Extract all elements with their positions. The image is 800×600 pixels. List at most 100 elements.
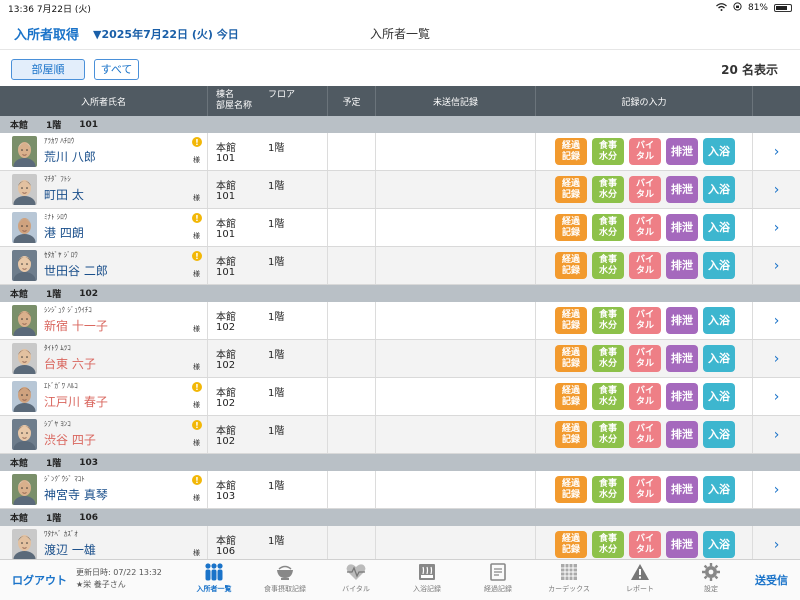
- progress-record-button[interactable]: 経過 記録: [555, 176, 587, 203]
- meal-water-button[interactable]: 食事 水分: [592, 421, 624, 448]
- resident-name-cell[interactable]: ｱﾗｶﾜ ﾊﾁﾛｳ 荒川 八郎! 様: [0, 133, 208, 170]
- resident-list[interactable]: 本館 1階 101 ｱﾗｶﾜ ﾊﾁﾛｳ 荒川 八郎! 様本館 1階 101 経過 記録 食事 水分 バイ…: [0, 116, 800, 559]
- resident-name-cell[interactable]: ｾﾀｶﾞﾔ ｼﾞﾛｳ 世田谷 二郎! 様: [0, 247, 208, 284]
- resident-row[interactable]: ﾜﾀﾅﾍﾞ ｶｽﾞｵ 渡辺 一雄様本館 1階 106 経過 記録 食事 水分 バイ タル 排泄 入浴 ›: [0, 526, 800, 559]
- resident-name-cell[interactable]: ｼﾝｼﾞｭｸ ｼﾞｭｳｲﾁｺ 新宿 十一子 様: [0, 302, 208, 339]
- resident-row[interactable]: ﾐﾅﾄ ｼﾛｳ港 四朗! 様本館 1階 101 経過 記録 食事 水分 バイ タル 排泄 入浴 ›: [0, 209, 800, 247]
- tab-bath-record[interactable]: 入浴記録: [395, 562, 459, 600]
- alert-icon[interactable]: !: [192, 420, 202, 430]
- progress-record-button[interactable]: 経過 記録: [555, 421, 587, 448]
- vital-button[interactable]: バイ タル: [629, 345, 661, 372]
- date-picker[interactable]: ▼2025年7月22日 (火) 今日: [93, 26, 239, 42]
- resident-name-cell[interactable]: ｼﾞﾝｸﾞｳｼﾞ ﾏｺﾄ 神宮寺 真琴! 様: [0, 471, 208, 508]
- bath-button[interactable]: 入浴: [703, 307, 735, 334]
- alert-icon[interactable]: !: [192, 382, 202, 392]
- chevron-right-icon[interactable]: ›: [753, 133, 800, 170]
- vital-button[interactable]: バイ タル: [629, 476, 661, 503]
- vital-button[interactable]: バイ タル: [629, 421, 661, 448]
- vital-button[interactable]: バイ タル: [629, 138, 661, 165]
- excretion-button[interactable]: 排泄: [666, 307, 698, 334]
- vital-button[interactable]: バイ タル: [629, 307, 661, 334]
- bath-button[interactable]: 入浴: [703, 531, 735, 558]
- alert-icon[interactable]: !: [192, 137, 202, 147]
- bath-button[interactable]: 入浴: [703, 383, 735, 410]
- fetch-residents-button[interactable]: 入所者取得: [14, 24, 79, 43]
- chevron-right-icon[interactable]: ›: [753, 302, 800, 339]
- resident-row[interactable]: ｱﾗｶﾜ ﾊﾁﾛｳ 荒川 八郎! 様本館 1階 101 経過 記録 食事 水分 バイ タル 排泄 入浴 ›: [0, 133, 800, 171]
- resident-row[interactable]: ｼﾝｼﾞｭｸ ｼﾞｭｳｲﾁｺ 新宿 十一子 様 本館 1階 102 経過 記録 食事 水分 バイ タル…: [0, 302, 800, 340]
- progress-record-button[interactable]: 経過 記録: [555, 138, 587, 165]
- tab-progress-record[interactable]: 経過記録: [466, 562, 530, 600]
- chevron-right-icon[interactable]: ›: [753, 378, 800, 415]
- progress-record-button[interactable]: 経過 記録: [555, 476, 587, 503]
- resident-name-cell[interactable]: ﾏﾁﾀﾞ ﾌﾄｼ 町田 太 様: [0, 171, 208, 208]
- meal-water-button[interactable]: 食事 水分: [592, 476, 624, 503]
- bath-button[interactable]: 入浴: [703, 176, 735, 203]
- tab-resident-list[interactable]: 入所者一覧: [182, 562, 246, 600]
- chevron-right-icon[interactable]: ›: [753, 209, 800, 246]
- meal-water-button[interactable]: 食事 水分: [592, 345, 624, 372]
- meal-water-button[interactable]: 食事 水分: [592, 252, 624, 279]
- vital-button[interactable]: バイ タル: [629, 252, 661, 279]
- tab-report[interactable]: レポート: [608, 562, 672, 600]
- bath-button[interactable]: 入浴: [703, 214, 735, 241]
- meal-water-button[interactable]: 食事 水分: [592, 138, 624, 165]
- bath-button[interactable]: 入浴: [703, 421, 735, 448]
- meal-water-button[interactable]: 食事 水分: [592, 531, 624, 558]
- resident-name-cell[interactable]: ｴﾄﾞｶﾞﾜ ﾊﾙｺ 江戸川 春子! 様: [0, 378, 208, 415]
- chevron-right-icon[interactable]: ›: [753, 526, 800, 559]
- tab-settings[interactable]: 設定: [679, 562, 743, 600]
- progress-record-button[interactable]: 経過 記録: [555, 345, 587, 372]
- excretion-button[interactable]: 排泄: [666, 383, 698, 410]
- bath-button[interactable]: 入浴: [703, 345, 735, 372]
- meal-water-button[interactable]: 食事 水分: [592, 176, 624, 203]
- tab-meal-record[interactable]: 食事摂取記録: [253, 562, 317, 600]
- resident-row[interactable]: ﾀｲﾄｳ ﾑﾂｺ 台東 六子様本館 1階 102 経過 記録 食事 水分 バイ タル 排泄 入浴 ›: [0, 340, 800, 378]
- alert-icon[interactable]: !: [192, 213, 202, 223]
- sort-room-order-button[interactable]: 部屋順: [11, 58, 85, 80]
- progress-record-button[interactable]: 経過 記録: [555, 383, 587, 410]
- vital-button[interactable]: バイ タル: [629, 531, 661, 558]
- excretion-button[interactable]: 排泄: [666, 176, 698, 203]
- resident-name-cell[interactable]: ﾐﾅﾄ ｼﾛｳ 港 四朗! 様: [0, 209, 208, 246]
- excretion-button[interactable]: 排泄: [666, 252, 698, 279]
- resident-name-cell[interactable]: ﾜﾀﾅﾍﾞ ｶｽﾞｵ 渡辺 一雄 様: [0, 526, 208, 559]
- progress-record-button[interactable]: 経過 記録: [555, 531, 587, 558]
- resident-name-cell[interactable]: ｼﾌﾞﾔ ﾖﾝｺ 渋谷 四子! 様: [0, 416, 208, 453]
- chevron-right-icon[interactable]: ›: [753, 471, 800, 508]
- vital-button[interactable]: バイ タル: [629, 383, 661, 410]
- resident-name-cell[interactable]: ﾀｲﾄｳ ﾑﾂｺ 台東 六子 様: [0, 340, 208, 377]
- bath-button[interactable]: 入浴: [703, 138, 735, 165]
- alert-icon[interactable]: !: [192, 475, 202, 485]
- excretion-button[interactable]: 排泄: [666, 476, 698, 503]
- excretion-button[interactable]: 排泄: [666, 138, 698, 165]
- sync-button[interactable]: 送受信: [755, 572, 788, 588]
- chevron-right-icon[interactable]: ›: [753, 171, 800, 208]
- resident-row[interactable]: ｼﾌﾞﾔ ﾖﾝｺ 渋谷 四子! 様本館 1階 102 経過 記録 食事 水分 バイ タル 排泄 入浴 ›: [0, 416, 800, 454]
- tab-kardex[interactable]: カーデックス: [537, 562, 601, 600]
- chevron-right-icon[interactable]: ›: [753, 416, 800, 453]
- meal-water-button[interactable]: 食事 水分: [592, 383, 624, 410]
- chevron-right-icon[interactable]: ›: [753, 340, 800, 377]
- tab-vital[interactable]: バイタル: [324, 562, 388, 600]
- resident-row[interactable]: ﾏﾁﾀﾞ ﾌﾄｼ 町田 太様本館 1階 101 経過 記録 食事 水分 バイ タル 排泄 入浴 ›: [0, 171, 800, 209]
- resident-row[interactable]: ｾﾀｶﾞﾔ ｼﾞﾛｳ 世田谷 二郎! 様 本館 1階 101 経過 記録 食事 水分 バイ タル 排泄入…: [0, 247, 800, 285]
- excretion-button[interactable]: 排泄: [666, 214, 698, 241]
- excretion-button[interactable]: 排泄: [666, 421, 698, 448]
- logout-button[interactable]: ログアウト: [12, 572, 67, 588]
- progress-record-button[interactable]: 経過 記録: [555, 214, 587, 241]
- meal-water-button[interactable]: 食事 水分: [592, 307, 624, 334]
- progress-record-button[interactable]: 経過 記録: [555, 307, 587, 334]
- excretion-button[interactable]: 排泄: [666, 531, 698, 558]
- meal-water-button[interactable]: 食事 水分: [592, 214, 624, 241]
- vital-button[interactable]: バイ タル: [629, 176, 661, 203]
- alert-icon[interactable]: !: [192, 251, 202, 261]
- vital-button[interactable]: バイ タル: [629, 214, 661, 241]
- excretion-button[interactable]: 排泄: [666, 345, 698, 372]
- bath-button[interactable]: 入浴: [703, 476, 735, 503]
- bath-button[interactable]: 入浴: [703, 252, 735, 279]
- progress-record-button[interactable]: 経過 記録: [555, 252, 587, 279]
- resident-row[interactable]: ｼﾞﾝｸﾞｳｼﾞ ﾏｺﾄ 神宮寺 真琴! 様 本館 1階 103 経過 記録 食事 水分 バイ タル排…: [0, 471, 800, 509]
- show-all-button[interactable]: すべて: [94, 58, 139, 80]
- resident-row[interactable]: ｴﾄﾞｶﾞﾜ ﾊﾙｺ 江戸川 春子! 様 本館 1階 102 経過 記録 食事 水分 バイ タル 排泄入…: [0, 378, 800, 416]
